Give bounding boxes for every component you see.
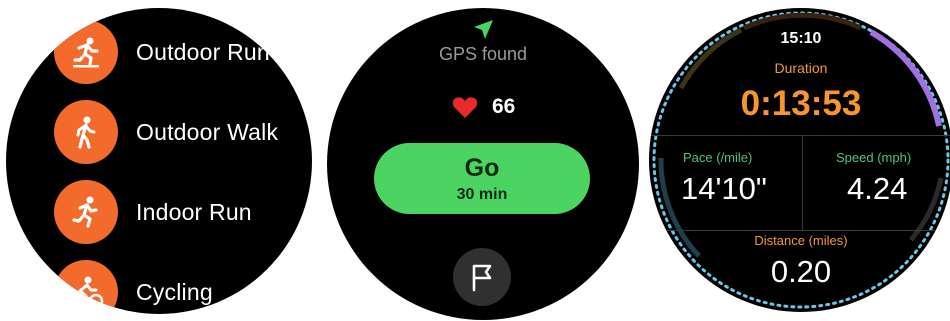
indoor-run-icon bbox=[54, 180, 118, 244]
go-duration: 30 min bbox=[456, 185, 508, 203]
pace-value: 14'10" bbox=[681, 171, 767, 206]
go-button[interactable]: Go 30 min bbox=[374, 143, 590, 214]
duration-label: Duration bbox=[774, 60, 828, 76]
gps-status: GPS found bbox=[438, 44, 528, 64]
workout-item-indoor-run[interactable]: Indoor Run bbox=[54, 180, 252, 244]
pace-label: Pace (/mile) bbox=[683, 150, 753, 165]
clock-time: 15:10 bbox=[780, 30, 822, 47]
workout-item-outdoor-run[interactable]: Outdoor Run bbox=[54, 20, 270, 84]
workout-list-watch: Outdoor Run Outdoor Walk Indoor Run Cycl… bbox=[6, 8, 312, 314]
flag-icon bbox=[472, 264, 492, 292]
workout-label: Cycling bbox=[136, 278, 213, 305]
speed-value: 4.24 bbox=[847, 171, 908, 206]
divider bbox=[649, 135, 950, 136]
outdoor-run-icon bbox=[54, 20, 118, 84]
distance-value: 0.20 bbox=[770, 254, 832, 289]
speed-label: Speed (mph) bbox=[836, 150, 912, 165]
duration-value: 0:13:53 bbox=[740, 84, 862, 123]
walk-icon bbox=[54, 100, 118, 164]
heart-rate-value: 66 bbox=[492, 95, 516, 118]
distance-label: Distance (miles) bbox=[754, 233, 848, 248]
gps-arrow-icon bbox=[474, 20, 493, 39]
heart-icon bbox=[452, 96, 478, 118]
divider bbox=[802, 135, 803, 230]
divider bbox=[649, 230, 950, 231]
workout-item-cycling[interactable]: Cycling bbox=[54, 260, 213, 314]
flag-button[interactable] bbox=[453, 248, 511, 306]
go-label: Go bbox=[464, 153, 500, 182]
workout-label: Outdoor Run bbox=[136, 38, 270, 65]
cycling-icon bbox=[54, 260, 118, 314]
workout-label: Indoor Run bbox=[136, 198, 252, 225]
heart-rate: 66 bbox=[452, 95, 515, 119]
active-workout-watch: 15:10 Duration 0:13:53 Pace (/mile) 14'1… bbox=[649, 8, 950, 312]
workout-item-outdoor-walk[interactable]: Outdoor Walk bbox=[54, 100, 278, 164]
workout-label: Outdoor Walk bbox=[136, 118, 279, 145]
workout-start-watch: GPS found 66 Go 30 min bbox=[327, 8, 639, 320]
